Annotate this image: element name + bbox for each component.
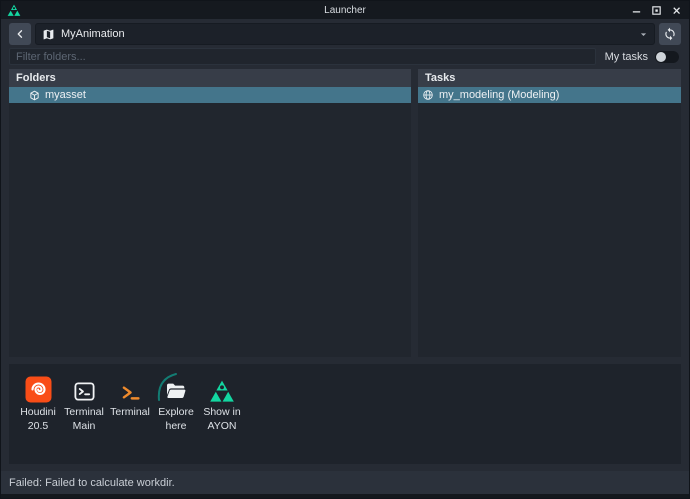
panels: Folders myasset Tasks bbox=[9, 69, 681, 357]
window-title: Launcher bbox=[1, 5, 689, 16]
open-folder-icon bbox=[163, 379, 189, 403]
maximize-icon[interactable] bbox=[650, 4, 663, 17]
folder-item-myasset[interactable]: myasset bbox=[9, 87, 411, 103]
filter-folders-input[interactable] bbox=[9, 48, 596, 65]
project-name: MyAnimation bbox=[61, 28, 125, 40]
globe-icon bbox=[422, 89, 434, 101]
refresh-icon bbox=[663, 27, 677, 41]
action-label: Terminal Main bbox=[64, 406, 104, 433]
action-houdini[interactable]: Houdini 20.5 bbox=[15, 371, 61, 433]
actions-bar: Houdini 20.5 Terminal Main bbox=[9, 364, 681, 464]
action-label: Terminal bbox=[110, 406, 150, 420]
refresh-button[interactable] bbox=[659, 23, 681, 45]
close-icon[interactable] bbox=[670, 4, 683, 17]
action-terminal[interactable]: Terminal bbox=[107, 371, 153, 420]
status-bar: Failed: Failed to calculate workdir. bbox=[1, 471, 689, 494]
window-controls bbox=[630, 4, 683, 17]
nav-row: MyAnimation bbox=[9, 23, 681, 45]
chevron-left-icon bbox=[14, 28, 26, 40]
action-label: Houdini 20.5 bbox=[20, 406, 56, 433]
houdini-spiral-icon bbox=[25, 376, 52, 403]
back-button[interactable] bbox=[9, 23, 31, 45]
ayon-logo-icon bbox=[7, 4, 21, 17]
terminal-window-icon bbox=[73, 380, 96, 403]
action-label: Show in AYON bbox=[203, 406, 240, 433]
launcher-window: Launcher MyAnimation bbox=[0, 0, 690, 499]
folders-panel: Folders myasset bbox=[9, 69, 411, 357]
folder-item-label: myasset bbox=[45, 89, 86, 101]
action-explore-here[interactable]: Explore here bbox=[153, 371, 199, 433]
task-item-my-modeling[interactable]: my_modeling (Modeling) bbox=[418, 87, 681, 103]
chevron-down-icon bbox=[639, 30, 648, 39]
folders-panel-header: Folders bbox=[9, 69, 411, 87]
tasks-list[interactable]: my_modeling (Modeling) bbox=[418, 87, 681, 357]
toggle-knob bbox=[656, 52, 666, 62]
terminal-prompt-icon bbox=[120, 382, 141, 403]
minimize-icon[interactable] bbox=[630, 4, 643, 17]
my-tasks-label: My tasks bbox=[605, 51, 648, 63]
status-message: Failed: Failed to calculate workdir. bbox=[9, 477, 175, 489]
ayon-logo-icon bbox=[209, 380, 235, 403]
titlebar: Launcher bbox=[1, 1, 689, 19]
folders-list[interactable]: myasset bbox=[9, 87, 411, 357]
task-item-label: my_modeling (Modeling) bbox=[439, 89, 559, 101]
project-selector[interactable]: MyAnimation bbox=[35, 23, 655, 45]
action-show-in-ayon[interactable]: Show in AYON bbox=[199, 371, 245, 433]
map-icon bbox=[42, 28, 55, 41]
cube-icon bbox=[29, 90, 40, 101]
tasks-panel-header: Tasks bbox=[418, 69, 681, 87]
action-terminal-main[interactable]: Terminal Main bbox=[61, 371, 107, 433]
action-label: Explore here bbox=[158, 406, 194, 433]
main-content: MyAnimation My tasks Folders bbox=[1, 19, 689, 471]
filter-row: My tasks bbox=[9, 48, 681, 65]
my-tasks-toggle[interactable] bbox=[655, 51, 679, 63]
window-bottom-edge bbox=[1, 494, 689, 498]
tasks-panel: Tasks my_modeling (Modeling) bbox=[418, 69, 681, 357]
